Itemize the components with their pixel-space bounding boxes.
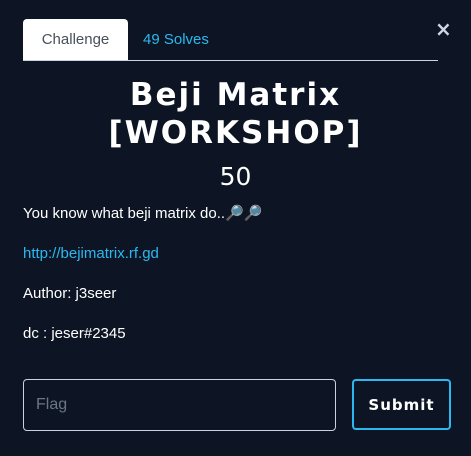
challenge-discord: dc : jeser#2345 — [23, 325, 126, 342]
tab-challenge[interactable]: Challenge — [23, 19, 128, 60]
challenge-title-line1: Beji Matrix — [129, 77, 342, 113]
challenge-link[interactable]: http://bejimatrix.rf.gd — [23, 244, 159, 264]
challenge-author: Author: j3seer — [23, 285, 117, 302]
submit-button[interactable]: Submit — [352, 379, 451, 430]
tab-solves[interactable]: 49 Solves — [143, 19, 209, 60]
flag-input[interactable] — [23, 379, 336, 431]
challenge-tabs: Challenge 49 Solves — [23, 19, 438, 61]
challenge-title-line2: [WORKSHOP] — [108, 115, 363, 151]
challenge-points: 50 — [219, 162, 252, 191]
challenge-title: Beji Matrix [WORKSHOP] — [0, 76, 471, 152]
challenge-description: You know what beji matrix do..🔎🔎 — [23, 205, 263, 222]
challenge-modal: × Challenge 49 Solves Beji Matrix [WORKS… — [0, 0, 471, 456]
